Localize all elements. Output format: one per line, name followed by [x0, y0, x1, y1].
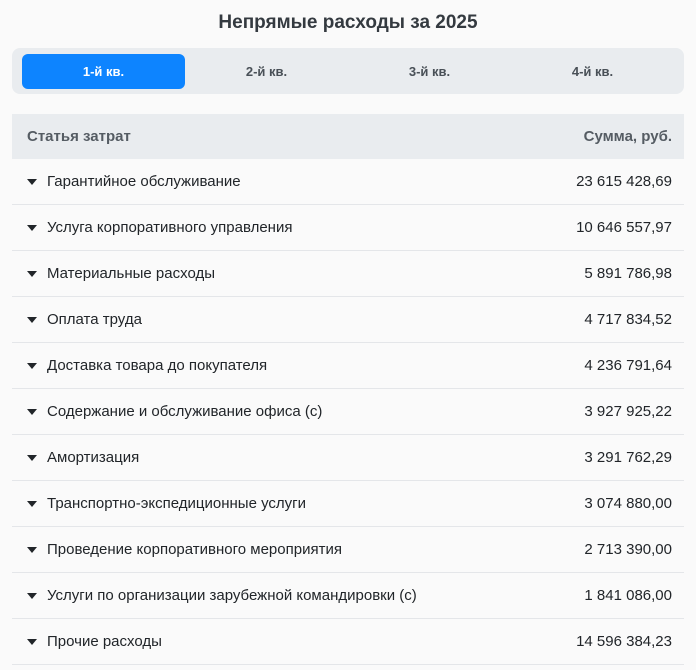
caret-down-icon[interactable]: [27, 546, 37, 553]
caret-down-icon[interactable]: [27, 362, 37, 369]
table-row[interactable]: Транспортно-экспедиционные услуги 3 074 …: [12, 481, 684, 527]
row-item: Услуга корпоративного управления: [47, 219, 293, 236]
row-item: Услуги по организации зарубежной команди…: [47, 587, 417, 604]
table-row[interactable]: Содержание и обслуживание офиса (с) 3 92…: [12, 389, 684, 435]
tab-q4[interactable]: 4-й кв.: [511, 54, 674, 89]
row-item: Гарантийное обслуживание: [47, 173, 241, 190]
caret-down-icon[interactable]: [27, 592, 37, 599]
table-row[interactable]: Услуга корпоративного управления 10 646 …: [12, 205, 684, 251]
row-amount: 5 891 786,98: [584, 265, 672, 282]
table-row[interactable]: Амортизация 3 291 762,29: [12, 435, 684, 481]
row-amount: 4 717 834,52: [584, 311, 672, 328]
row-item: Транспортно-экспедиционные услуги: [47, 495, 307, 512]
expenses-table: Статья затрат Сумма, руб. Гарантийное об…: [12, 114, 684, 665]
table-row[interactable]: Доставка товара до покупателя 4 236 791,…: [12, 343, 684, 389]
row-amount: 2 713 390,00: [584, 541, 672, 558]
table-row[interactable]: Услуги по организации зарубежной команди…: [12, 573, 684, 619]
caret-down-icon[interactable]: [27, 178, 37, 185]
row-item: Прочие расходы: [47, 633, 162, 650]
row-item: Проведение корпоративного мероприятия: [47, 541, 342, 558]
tab-q3[interactable]: 3-й кв.: [348, 54, 511, 89]
table-header: Статья затрат Сумма, руб.: [12, 114, 684, 159]
row-amount: 3 927 925,22: [584, 403, 672, 420]
caret-down-icon[interactable]: [27, 638, 37, 645]
table-row[interactable]: Гарантийное обслуживание 23 615 428,69: [12, 159, 684, 205]
table-row[interactable]: Оплата труда 4 717 834,52: [12, 297, 684, 343]
tab-q2[interactable]: 2-й кв.: [185, 54, 348, 89]
caret-down-icon[interactable]: [27, 408, 37, 415]
row-item: Оплата труда: [47, 311, 142, 328]
row-amount: 14 596 384,23: [576, 633, 672, 650]
table-row[interactable]: Проведение корпоративного мероприятия 2 …: [12, 527, 684, 573]
page-title: Непрямые расходы за 2025: [218, 12, 478, 33]
row-item: Материальные расходы: [47, 265, 215, 282]
row-amount: 3 291 762,29: [584, 449, 672, 466]
table-row[interactable]: Материальные расходы 5 891 786,98: [12, 251, 684, 297]
table-row[interactable]: Прочие расходы 14 596 384,23: [12, 619, 684, 665]
row-item: Содержание и обслуживание офиса (с): [47, 403, 323, 420]
tab-q1[interactable]: 1-й кв.: [22, 53, 185, 89]
caret-down-icon[interactable]: [27, 454, 37, 461]
header-item: Статья затрат: [27, 128, 131, 145]
quarter-tabs: 1-й кв. 2-й кв. 3-й кв. 4-й кв.: [12, 48, 684, 94]
caret-down-icon[interactable]: [27, 316, 37, 323]
row-item: Амортизация: [47, 449, 140, 466]
caret-down-icon[interactable]: [27, 500, 37, 507]
row-amount: 1 841 086,00: [584, 587, 672, 604]
row-amount: 4 236 791,64: [584, 357, 672, 374]
row-amount: 3 074 880,00: [584, 495, 672, 512]
caret-down-icon[interactable]: [27, 224, 37, 231]
row-amount: 23 615 428,69: [576, 173, 672, 190]
page: Непрямые расходы за 2025 1-й кв. 2-й кв.…: [0, 0, 696, 670]
caret-down-icon[interactable]: [27, 270, 37, 277]
row-amount: 10 646 557,97: [576, 219, 672, 236]
row-item: Доставка товара до покупателя: [47, 357, 268, 374]
header-amount: Сумма, руб.: [583, 128, 672, 145]
